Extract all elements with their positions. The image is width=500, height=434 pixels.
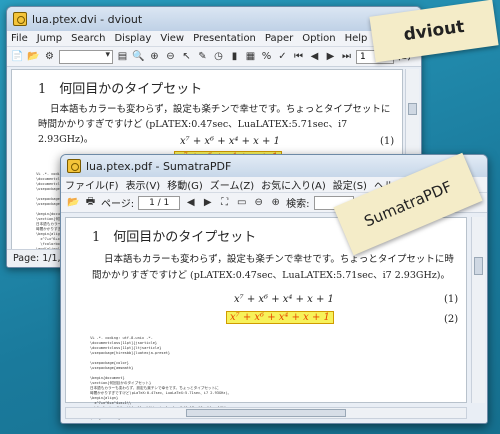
sumatra-app-icon (67, 159, 81, 173)
equation-1-number: (1) (380, 136, 395, 147)
menu-help[interactable]: Help (345, 33, 368, 44)
sumatra-horizontal-scrollbar[interactable] (65, 407, 467, 419)
menu-presentation[interactable]: Presentation (193, 33, 256, 44)
prev-page-icon[interactable]: ◀ (308, 50, 321, 63)
first-page-icon[interactable]: ⏮ (292, 50, 305, 63)
page-view-icon[interactable]: ▤ (116, 50, 129, 63)
zoom-in-icon[interactable]: ⊕ (269, 196, 282, 209)
pen-icon[interactable]: ✎ (196, 50, 209, 63)
sumatra-vertical-scrollbar[interactable] (471, 217, 485, 403)
fit-page-icon[interactable]: ⛶ (218, 196, 231, 209)
equation-2-number: (2) (444, 314, 459, 325)
percent-icon[interactable]: % (260, 50, 273, 63)
zoom-out-icon[interactable]: ⊖ (252, 196, 265, 209)
menu-search[interactable]: Search (71, 33, 105, 44)
bookmark-icon[interactable]: ▮ (228, 50, 241, 63)
equation-1: x⁷ + x⁶ + x⁴ + x + 1 (180, 136, 280, 147)
prev-page-icon[interactable]: ◀ (184, 196, 197, 209)
equation-1: x⁷ + x⁶ + x⁴ + x + 1 (234, 294, 334, 305)
menu-settings-jp[interactable]: 設定(S) (333, 177, 367, 192)
section-heading: 1 何回目かのタイプセット (38, 82, 203, 97)
sumatra-page-field[interactable]: 1 / 1 (138, 195, 181, 210)
zoom-in-icon[interactable]: ⊕ (148, 50, 161, 63)
check-icon[interactable]: ✓ (276, 50, 289, 63)
menu-view-jp[interactable]: 表示(V) (126, 177, 161, 192)
menu-goto-jp[interactable]: 移動(G) (167, 177, 203, 192)
menu-view[interactable]: View (160, 33, 184, 44)
dviout-dropdown[interactable] (59, 49, 113, 64)
menu-display[interactable]: Display (114, 33, 151, 44)
page-label: ページ: (101, 199, 135, 210)
dviout-app-icon (13, 12, 27, 26)
dviout-toolbar: 📄 📂 ⚙ ▤ 🔍 ⊕ ⊖ ↖ ✎ ◷ ▮ ▦ % ✓ ⏮ ◀ ▶ ⏭ 1 (1… (7, 47, 421, 67)
menu-jump[interactable]: Jump (37, 33, 62, 44)
menu-file-jp[interactable]: ファイル(F) (65, 177, 119, 192)
dviout-title: lua.ptex.dvi - dviout (32, 12, 143, 26)
section-heading: 1 何回目かのタイプセット (92, 230, 257, 245)
clock-icon[interactable]: ◷ (212, 50, 225, 63)
grid-icon[interactable]: ▦ (244, 50, 257, 63)
sumatra-scroll-thumb[interactable] (474, 257, 483, 275)
search-label: 検索: (286, 199, 310, 210)
next-page-icon[interactable]: ▶ (201, 196, 214, 209)
menu-favorites-jp[interactable]: お気に入り(A) (261, 177, 326, 192)
new-file-icon[interactable]: 📄 (11, 50, 24, 63)
print-icon[interactable]: 🖶 (84, 196, 97, 209)
dviout-scroll-thumb[interactable] (408, 103, 417, 115)
settings-icon[interactable]: ⚙ (43, 50, 56, 63)
open-folder-icon[interactable]: 📂 (67, 196, 80, 209)
paragraph: 日本語もカラーも変わらず，設定も楽チンで幸せです。ちょっとタイプセットに時間かか… (92, 254, 454, 281)
menu-paper[interactable]: Paper (265, 33, 293, 44)
menu-option[interactable]: Option (302, 33, 335, 44)
sumatra-document-view[interactable]: 1 何回目かのタイプセット 日本語もカラーも変わらず，設定も楽チンで幸せです。ち… (65, 217, 467, 420)
dviout-titlebar[interactable]: lua.ptex.dvi - dviout (7, 7, 421, 31)
zoom-out-icon[interactable]: ⊖ (164, 50, 177, 63)
dviout-menubar: File Jump Search Display View Presentati… (7, 31, 421, 47)
menu-file[interactable]: File (11, 33, 28, 44)
menu-zoom-jp[interactable]: ズーム(Z) (210, 177, 254, 192)
equation-1-number: (1) (444, 294, 459, 305)
pointer-icon[interactable]: ↖ (180, 50, 193, 63)
equation-2-highlight: x⁷ + x⁶ + x⁴ + x + 1 (226, 311, 334, 324)
last-page-icon[interactable]: ⏭ (340, 50, 353, 63)
next-page-icon[interactable]: ▶ (324, 50, 337, 63)
search-icon[interactable]: 🔍 (132, 50, 145, 63)
sumatra-hscroll-thumb[interactable] (186, 409, 346, 417)
sumatra-title: lua.ptex.pdf - SumatraPDF (86, 159, 232, 173)
open-folder-icon[interactable]: 📂 (27, 50, 40, 63)
fit-width-icon[interactable]: ▭ (235, 196, 248, 209)
